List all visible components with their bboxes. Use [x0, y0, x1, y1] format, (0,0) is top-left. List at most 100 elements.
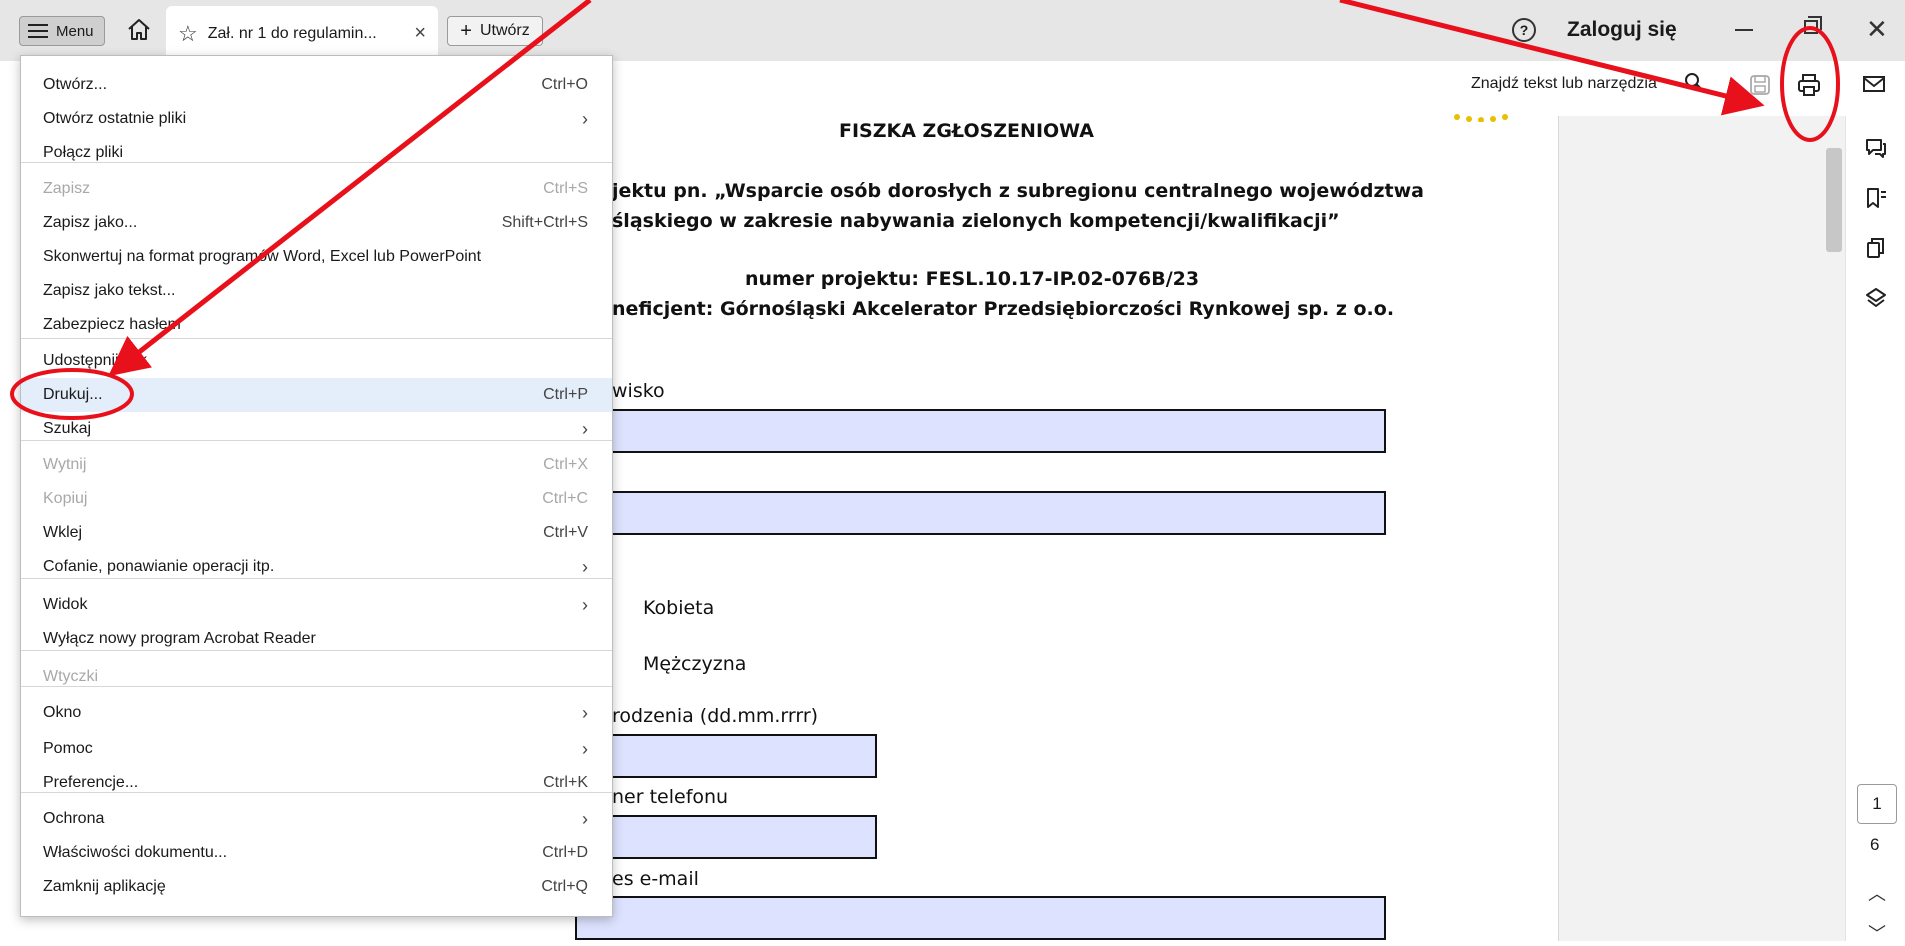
menu-item[interactable]: Połącz pliki	[21, 136, 612, 170]
home-icon[interactable]	[126, 17, 152, 43]
menu-item-label: Kopiuj	[43, 490, 88, 507]
label-phone: ner telefonu	[612, 786, 729, 808]
menu-item[interactable]: Otwórz ostatnie pliki ›	[21, 102, 612, 136]
menu-item-label: Skonwertuj na format programów Word, Exc…	[43, 248, 482, 265]
menu-item-label: Otwórz ostatnie pliki	[43, 110, 187, 127]
menu-item-shortcut: Ctrl+X	[543, 456, 588, 473]
name-field[interactable]	[575, 491, 1386, 535]
menu-item[interactable]: Zamknij aplikację Ctrl+Q	[21, 870, 612, 904]
restore-icon[interactable]	[1804, 16, 1822, 34]
menu-item-label: Zapisz	[43, 180, 91, 197]
menu-item-label: Zapisz jako tekst...	[43, 282, 176, 299]
right-pane	[1558, 116, 1846, 941]
menu-button[interactable]: Menu	[19, 16, 105, 46]
menu-item: Kopiuj Ctrl+C	[21, 482, 612, 516]
menu-separator	[21, 162, 612, 163]
chevron-right-icon: ›	[582, 556, 588, 577]
menu-button-label: Menu	[56, 22, 94, 40]
menu-item[interactable]: Skonwertuj na format programów Word, Exc…	[21, 240, 612, 274]
menu-item-label: Widok	[43, 596, 88, 613]
chevron-down-icon[interactable]: ﹀	[1868, 920, 1886, 946]
phone-field[interactable]	[575, 815, 877, 859]
option-male-label[interactable]: Mężczyzna	[643, 653, 746, 675]
menu-item-shortcut: Shift+Ctrl+S	[501, 214, 588, 231]
menu-separator	[21, 578, 612, 579]
menu-item-shortcut: Ctrl+Q	[541, 878, 588, 895]
menu-item[interactable]: Otwórz... Ctrl+O	[21, 68, 612, 102]
email-field[interactable]	[575, 896, 1386, 940]
menu-item-label: Wytnij	[43, 456, 87, 473]
find-tools-label[interactable]: Znajdź tekst lub narzędzia	[1471, 75, 1657, 93]
menu-item[interactable]: Ochrona ›	[21, 802, 612, 836]
pages-icon[interactable]	[1864, 236, 1888, 260]
label-surname: wisko	[612, 380, 665, 402]
surname-field[interactable]	[575, 409, 1386, 453]
menu-item[interactable]: Wklej Ctrl+V	[21, 516, 612, 550]
document-tab[interactable]: ☆ Zał. nr 1 do regulamin... ×	[166, 6, 438, 61]
menu-separator	[21, 440, 612, 441]
menu-item-label: Okno	[43, 704, 82, 721]
menu-item-label: Pomoc	[43, 740, 93, 757]
menu-item-shortcut: Ctrl+D	[542, 844, 588, 861]
mail-icon[interactable]	[1862, 73, 1886, 95]
document-line-2: śląskiego w zakresie nabywania zielonych…	[612, 210, 1340, 232]
chevron-up-icon[interactable]: ︿	[1868, 880, 1886, 906]
menu-item-label: Cofanie, ponawianie operacji itp.	[43, 558, 275, 575]
close-tab-icon[interactable]: ×	[414, 22, 426, 45]
search-icon[interactable]	[1684, 72, 1704, 92]
chevron-right-icon: ›	[582, 702, 588, 723]
minimize-icon[interactable]	[1735, 29, 1753, 31]
document-heading: FISZKA ZGŁOSZENIOWA	[839, 120, 1094, 142]
menu-separator	[21, 686, 612, 687]
comment-icon[interactable]	[1864, 136, 1888, 160]
new-tab-button[interactable]: + Utwórz	[447, 16, 543, 46]
menu-item[interactable]: Zapisz jako... Shift+Ctrl+S	[21, 206, 612, 240]
menu-item-label: Wtyczki	[43, 668, 99, 685]
menu-item[interactable]: Drukuj... Ctrl+P	[21, 378, 612, 412]
menu-item-shortcut: Ctrl+S	[543, 180, 588, 197]
menu-item: Zapisz Ctrl+S	[21, 172, 612, 206]
new-tab-label: Utwórz	[479, 22, 530, 39]
menu-item-label: Wklej	[43, 524, 83, 541]
document-line-1: jektu pn. „Wsparcie osób dorosłych z sub…	[612, 180, 1424, 202]
label-email: es e-mail	[612, 868, 699, 890]
menu-item[interactable]: Okno ›	[21, 696, 612, 730]
menu-separator	[21, 650, 612, 651]
title-bar: Menu ☆ Zał. nr 1 do regulamin... × + Utw…	[0, 0, 1905, 61]
menu-item[interactable]: Zabezpiecz hasłem	[21, 308, 612, 342]
menu-item[interactable]: Preferencje... Ctrl+K	[21, 766, 612, 800]
document-project-number: numer projektu: FESL.10.17-IP.02-076B/23	[745, 268, 1200, 290]
birthdate-field[interactable]	[575, 734, 877, 778]
menu-item-label: Drukuj...	[43, 386, 103, 403]
menu-item[interactable]: Widok ›	[21, 588, 612, 622]
chevron-right-icon: ›	[582, 808, 588, 829]
page-number-input[interactable]: 1	[1857, 784, 1897, 824]
layers-icon[interactable]	[1864, 286, 1888, 310]
help-icon[interactable]: ?	[1512, 18, 1536, 42]
option-female-label[interactable]: Kobieta	[643, 597, 714, 619]
menu-item-label: Ochrona	[43, 810, 105, 827]
save-icon[interactable]	[1749, 74, 1771, 96]
menu-item[interactable]: Zapisz jako tekst...	[21, 274, 612, 308]
plus-icon: +	[460, 19, 472, 42]
menu-item[interactable]: Pomoc ›	[21, 732, 612, 766]
print-icon[interactable]	[1796, 72, 1822, 98]
window-close-icon[interactable]: ✕	[1866, 14, 1888, 45]
menu-item-label: Preferencje...	[43, 774, 139, 791]
scrollbar-thumb[interactable]	[1826, 148, 1842, 252]
star-icon[interactable]: ☆	[178, 22, 198, 45]
menu-item-label: Zapisz jako...	[43, 214, 138, 231]
page-total: 6	[1870, 835, 1880, 854]
menu-item: Wtyczki	[21, 660, 612, 694]
menu-item-shortcut: Ctrl+K	[543, 774, 588, 791]
menu-item[interactable]: Właściwości dokumentu... Ctrl+D	[21, 836, 612, 870]
document-beneficiary: neficjent: Górnośląski Akcelerator Przed…	[612, 298, 1395, 320]
menu-item-label: Szukaj	[43, 420, 92, 437]
menu-item-label: Połącz pliki	[43, 144, 124, 161]
bookmark-icon[interactable]	[1864, 186, 1888, 210]
menu-item[interactable]: Udostępnij plik	[21, 344, 612, 378]
chevron-right-icon: ›	[582, 594, 588, 615]
menu-item-label: Zabezpiecz hasłem	[43, 316, 181, 333]
menu-item-label: Udostępnij plik	[43, 352, 148, 369]
login-button[interactable]: Zaloguj się	[1567, 18, 1677, 42]
